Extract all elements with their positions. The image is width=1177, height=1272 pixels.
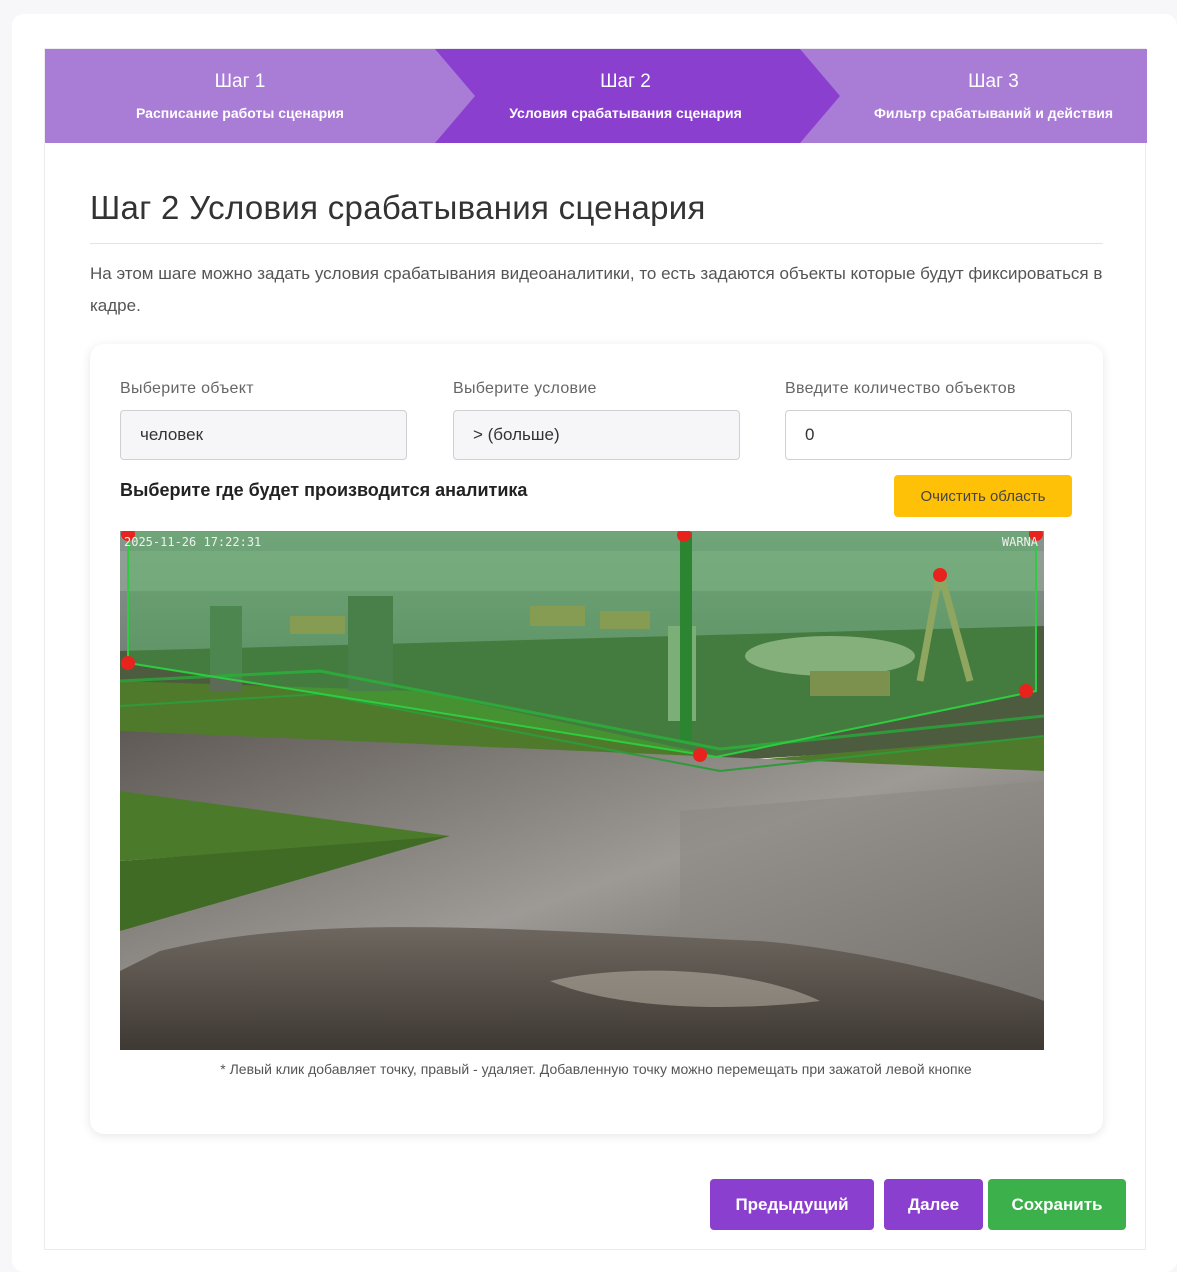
step-3-description: Фильтр срабатываний и действия [873, 105, 1114, 121]
save-button[interactable]: Сохранить [988, 1179, 1126, 1230]
object-select[interactable]: человек [120, 410, 407, 460]
condition-select[interactable]: > (больше) [453, 410, 740, 460]
condition-field: Выберите условие > (больше) [453, 380, 740, 460]
camera-frame-image [120, 531, 1044, 1050]
step-2-number: Шаг 2 [600, 71, 651, 92]
condition-label: Выберите условие [453, 380, 597, 397]
count-input[interactable]: 0 [785, 410, 1072, 460]
next-button[interactable]: Далее [884, 1179, 983, 1230]
step-intro-text: На этом шаге можно задать условия срабат… [90, 264, 1103, 315]
count-label: Введите количество объектов [785, 380, 1016, 397]
area-label: Выберите где будет производится аналитик… [120, 480, 528, 500]
page-title: Шаг 2 Условия срабатывания сценария [90, 189, 706, 226]
previous-button[interactable]: Предыдущий [710, 1179, 874, 1230]
step-3-number: Шаг 3 [968, 71, 1019, 92]
step-2-tab[interactable]: Шаг 2 Условия срабатывания сценария [435, 49, 840, 143]
conditions-panel: Выберите объект человек Выберите условие… [90, 344, 1103, 1134]
step-1-number: Шаг 1 [214, 71, 266, 92]
object-field: Выберите объект человек [120, 380, 407, 460]
camera-frame-canvas[interactable]: 2025-11-26 17:22:31 WARNA [120, 531, 1044, 1050]
title-divider [90, 243, 1103, 244]
step-1-description: Расписание работы сценария [136, 105, 344, 121]
camera-timestamp: 2025-11-26 17:22:31 [124, 535, 262, 549]
camera-brand: WARNA [1001, 535, 1038, 549]
clear-area-button[interactable]: Очистить область [894, 475, 1072, 517]
step-2-description: Условия срабатывания сценария [509, 105, 742, 121]
object-label: Выберите объект [120, 380, 254, 397]
step-1-tab[interactable]: Шаг 1 Расписание работы сценария [45, 49, 475, 143]
wizard-stepper: Шаг 1 Расписание работы сценария Шаг 2 У… [45, 49, 1147, 143]
area-hint-text: * Левый клик добавляет точку, правый - у… [220, 1061, 972, 1077]
step-content: Шаг 2 Условия срабатывания сценария На э… [90, 143, 1103, 322]
count-field: Введите количество объектов 0 [785, 380, 1072, 460]
step-3-tab[interactable]: Шаг 3 Фильтр срабатываний и действия [800, 49, 1147, 143]
scenario-wizard: Шаг 1 Расписание работы сценария Шаг 2 У… [44, 48, 1147, 1250]
